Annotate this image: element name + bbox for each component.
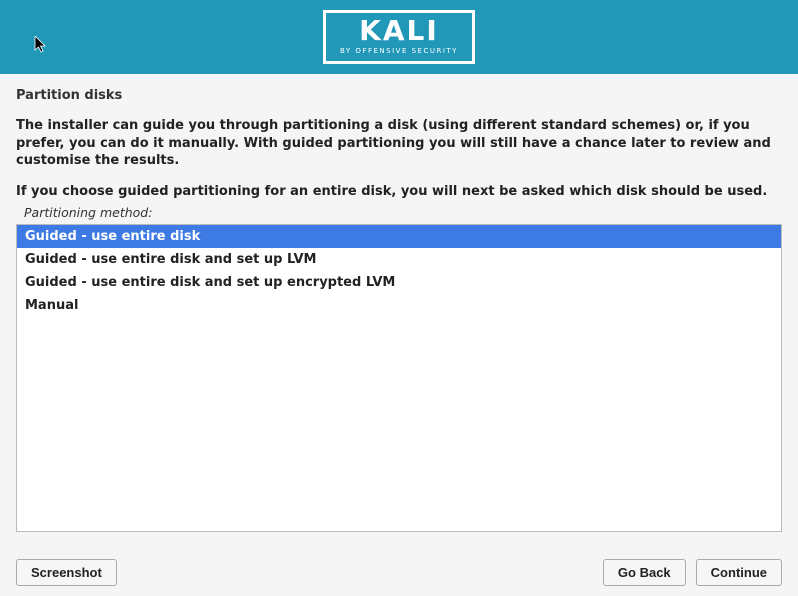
partition-option[interactable]: Guided - use entire disk and set up encr… [17, 271, 781, 294]
partition-option[interactable]: Guided - use entire disk and set up LVM [17, 248, 781, 271]
instruction-sub: If you choose guided partitioning for an… [16, 184, 782, 199]
footer-buttons: Screenshot Go Back Continue [16, 559, 782, 586]
screenshot-button[interactable]: Screenshot [16, 559, 117, 586]
partition-option[interactable]: Guided - use entire disk [17, 225, 781, 248]
logo-tagline: BY OFFENSIVE SECURITY [340, 47, 458, 55]
page-title: Partition disks [0, 74, 798, 111]
kali-logo: KALI BY OFFENSIVE SECURITY [323, 10, 475, 64]
content-area: The installer can guide you through part… [16, 117, 782, 532]
partition-option[interactable]: Manual [17, 294, 781, 317]
continue-button[interactable]: Continue [696, 559, 782, 586]
instruction-main: The installer can guide you through part… [16, 117, 782, 170]
logo-text: KALI [340, 17, 458, 45]
goback-button[interactable]: Go Back [603, 559, 686, 586]
installer-header: KALI BY OFFENSIVE SECURITY [0, 0, 798, 74]
partitioning-method-list[interactable]: Guided - use entire diskGuided - use ent… [16, 224, 782, 532]
partitioning-method-label: Partitioning method: [24, 205, 782, 220]
